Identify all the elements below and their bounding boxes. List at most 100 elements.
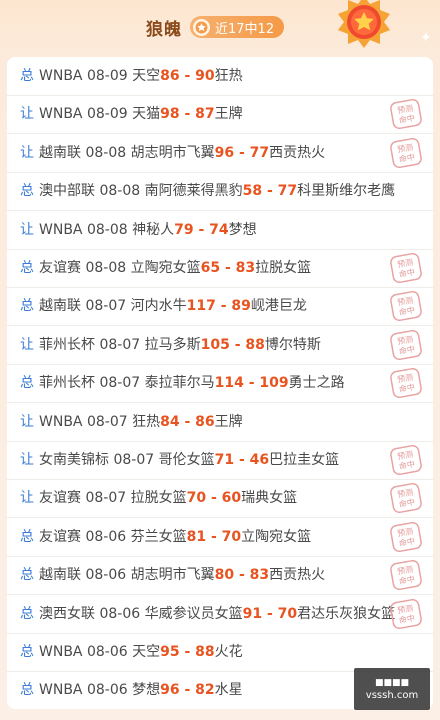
list-item[interactable]: 总 WNBA 08-09 天空86 - 90狂热 [7, 57, 433, 96]
league: 友谊赛 [39, 528, 81, 545]
home-team: 天空 [132, 644, 161, 660]
score-separator: - [220, 260, 236, 276]
list-item[interactable]: 总越南联 08-06 胡志明市飞翼80 - 83西贡热火 预测 命中 [7, 556, 433, 596]
row-text: 让女南美锦标 08-07 哥伦女篮71 - 46巴拉圭女篮 [20, 441, 339, 479]
list-item[interactable]: 总友谊赛 08-06 芬兰女篮81 - 70立陶宛女篮 预测 命中 [7, 518, 433, 557]
match-date: 08-06 [85, 567, 127, 584]
home-team: 神秘人 [132, 221, 175, 238]
match-date: 08-09 [86, 68, 128, 84]
prediction-list: 总 WNBA 08-09 天空86 - 90狂热让 WNBA 08-09 天猫98 … [7, 57, 433, 709]
home-team: 泰拉菲尔马 [144, 375, 215, 392]
league: WNBA [39, 106, 83, 123]
score-separator: - [179, 644, 196, 660]
hit-stamp-icon: 预测命中 [390, 445, 422, 475]
away-team: 勇士之路 [288, 375, 345, 392]
away-team: 岘港巨龙 [250, 298, 307, 315]
score-separator: - [215, 298, 232, 315]
streak-badge: 近17中12 [190, 16, 285, 38]
away-score: 83 [249, 567, 270, 584]
list-item[interactable]: 总友谊赛 08-08 立陶宛女篮65 - 83拉脱女篮 预测 命中 [7, 249, 433, 288]
home-score: 105 [200, 336, 230, 353]
away-score: 87 [195, 106, 215, 123]
home-team: 哥伦女篮 [158, 452, 215, 468]
away-score: 60 [221, 490, 242, 507]
away-score: 82 [195, 682, 215, 699]
row-text: 总友谊赛 08-08 立陶宛女篮65 - 83拉脱女篮 [20, 249, 311, 287]
home-team: 胡志明市飞翼 [130, 567, 215, 584]
league: WNBA [39, 644, 83, 660]
score-separator: - [262, 183, 278, 200]
away-score: 88 [195, 644, 215, 660]
star-icon [193, 18, 210, 36]
away-score: 109 [259, 375, 289, 392]
bet-type-tag: 总 [20, 644, 34, 660]
away-score: 70 [277, 605, 298, 622]
score-separator: - [234, 567, 250, 584]
expert-name[interactable]: 狼魄 [146, 15, 182, 40]
home-score: 70 [186, 490, 207, 507]
list-item[interactable]: 让友谊赛 08-07 拉脱女篮70 - 60瑞典女篮 预测 命中 [7, 479, 433, 519]
match-date: 08-07 [99, 336, 141, 353]
away-score: 74 [209, 221, 229, 238]
away-score: 70 [221, 528, 242, 545]
score-separator: - [193, 221, 210, 238]
home-team: 华威参议员女篮 [144, 605, 243, 622]
medal-icon [338, 0, 390, 48]
row-text: 让 WNBA 08-08 神秘人79 - 74梦想 [20, 211, 257, 249]
hit-stamp-icon: 预测命中 [390, 483, 422, 514]
away-score: 89 [231, 298, 251, 315]
home-score: 65 [200, 260, 221, 276]
score-separator: - [206, 490, 222, 507]
home-score: 79 [174, 221, 194, 238]
list-item[interactable]: 总澳中部联 08-08 南阿德莱得黑豹58 - 77科里斯维尔老鹰 [7, 172, 433, 212]
away-team: 拉脱女篮 [255, 260, 312, 276]
list-item[interactable]: 总澳西女联 08-06 华威参议员女篮91 - 70君达乐灰狼女篮 预测 命中 [7, 595, 433, 634]
match-date: 08-07 [85, 298, 127, 315]
row-text: 总越南联 08-06 胡志明市飞翼80 - 83西贡热火 [20, 556, 325, 594]
home-team: 芬兰女篮 [130, 528, 187, 545]
league: 菲州长杯 [39, 375, 95, 392]
bet-type-tag: 总 [20, 682, 34, 699]
watermark: ■■■■ vsssh.com [354, 668, 430, 710]
match-date: 08-06 [99, 605, 141, 622]
match-date: 08-06 [86, 682, 128, 699]
list-item[interactable]: 让 WNBA 08-09 天猫98 - 87王牌 预测 命中 [7, 95, 433, 135]
away-team: 科里斯维尔老鹰 [297, 183, 396, 200]
away-team: 瑞典女篮 [241, 490, 298, 507]
home-score: 114 [214, 375, 244, 392]
bet-type-tag: 让 [20, 106, 34, 123]
row-text: 总 WNBA 08-06 天空95 - 88火花 [20, 633, 243, 671]
league: 越南联 [39, 144, 81, 161]
league: 越南联 [39, 567, 81, 584]
score-separator: - [179, 68, 196, 84]
bet-type-tag: 总 [20, 567, 34, 584]
list-item[interactable]: 让 WNBA 08-07 狂热84 - 86王牌 [7, 403, 433, 442]
home-team: 天猫 [132, 106, 161, 123]
list-item[interactable]: 让菲州长杯 08-07 拉马多斯105 - 88博尔特斯 预测 命中 [7, 326, 433, 365]
home-team: 拉马多斯 [144, 336, 201, 353]
home-team: 河内水牛 [130, 298, 187, 315]
away-score: 86 [195, 413, 215, 430]
away-team: 狂热 [214, 68, 243, 84]
row-text: 总澳西女联 08-06 华威参议员女篮91 - 70君达乐灰狼女篮 [20, 595, 395, 633]
hit-stamp-icon: 预测命中 [390, 99, 422, 130]
away-score: 77 [249, 144, 270, 161]
header: 狼魄 近17中12 ✦ [0, 0, 440, 56]
match-date: 08-07 [86, 413, 128, 430]
row-text: 让 WNBA 08-09 天猫98 - 87王牌 [20, 95, 243, 133]
match-date: 08-09 [86, 106, 128, 123]
list-item[interactable]: 总 WNBA 08-06 天空95 - 88火花 [7, 633, 433, 672]
home-score: 71 [214, 452, 235, 468]
list-item[interactable]: 总越南联 08-07 河内水牛117 - 89岘港巨龙 预测 命中 [7, 287, 433, 327]
list-item[interactable]: 总菲州长杯 08-07 泰拉菲尔马114 - 109勇士之路 预测 命中 [7, 364, 433, 404]
list-item[interactable]: 让 WNBA 08-08 神秘人79 - 74梦想 [7, 211, 433, 250]
match-date: 08-08 [85, 260, 127, 276]
away-team: 立陶宛女篮 [241, 528, 312, 545]
title-bar: 狼魄 近17中12 [146, 14, 285, 40]
list-item[interactable]: 让女南美锦标 08-07 哥伦女篮71 - 46巴拉圭女篮 预测 命中 [7, 441, 433, 480]
list-item[interactable]: 让越南联 08-08 胡志明市飞翼96 - 77西贡热火 预测 命中 [7, 134, 433, 173]
away-team: 梦想 [228, 221, 257, 238]
score-separator: - [262, 605, 278, 622]
hit-stamp-icon: 预测命中 [390, 137, 422, 168]
away-team: 西贡热火 [269, 144, 326, 161]
